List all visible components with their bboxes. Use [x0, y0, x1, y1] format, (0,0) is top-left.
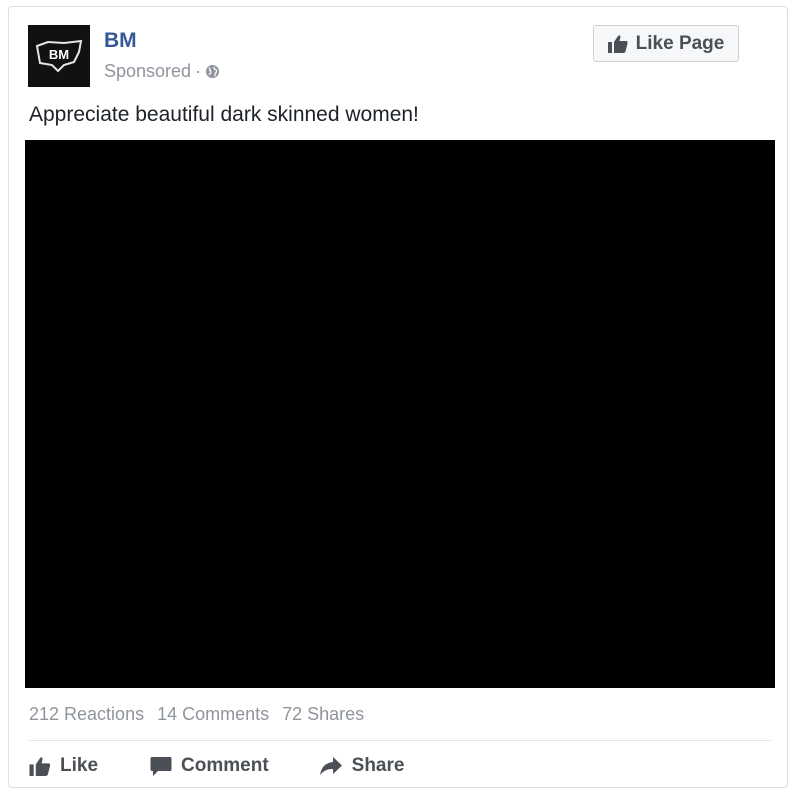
comment-button[interactable]: Comment	[150, 755, 269, 777]
globe-icon	[205, 64, 220, 79]
share-button[interactable]: Share	[319, 755, 405, 777]
post-text: Appreciate beautiful dark skinned women!	[29, 103, 419, 126]
post-meta: Sponsored ·	[104, 61, 220, 82]
sponsored-label[interactable]: Sponsored	[104, 61, 191, 82]
bm-logo-icon: BM	[35, 39, 83, 73]
post-media[interactable]	[25, 140, 775, 688]
sponsored-post-card: BM BM Sponsored · Like Page Appreciate b…	[8, 6, 788, 788]
like-button[interactable]: Like	[29, 755, 98, 777]
thumbs-up-icon	[607, 34, 628, 53]
shares-count[interactable]: 72 Shares	[282, 704, 364, 725]
action-divider	[29, 740, 771, 741]
svg-text:BM: BM	[49, 47, 69, 62]
comments-count[interactable]: 14 Comments	[157, 704, 269, 725]
like-label: Like	[60, 755, 99, 776]
reactions-count[interactable]: 212 Reactions	[29, 704, 144, 725]
comment-label: Comment	[181, 755, 269, 776]
page-avatar[interactable]: BM	[28, 25, 90, 87]
like-page-label: Like Page	[635, 32, 725, 54]
engagement-stats: 212 Reactions 14 Comments 72 Shares	[29, 704, 364, 725]
page-name-link[interactable]: BM	[104, 29, 137, 53]
share-arrow-icon	[319, 756, 343, 776]
share-label: Share	[351, 755, 405, 776]
speech-bubble-icon	[150, 756, 172, 777]
like-page-button[interactable]: Like Page	[593, 25, 739, 62]
thumbs-up-icon	[29, 756, 51, 776]
meta-separator: ·	[195, 61, 202, 81]
post-actions: Like Comment Share	[29, 751, 404, 781]
